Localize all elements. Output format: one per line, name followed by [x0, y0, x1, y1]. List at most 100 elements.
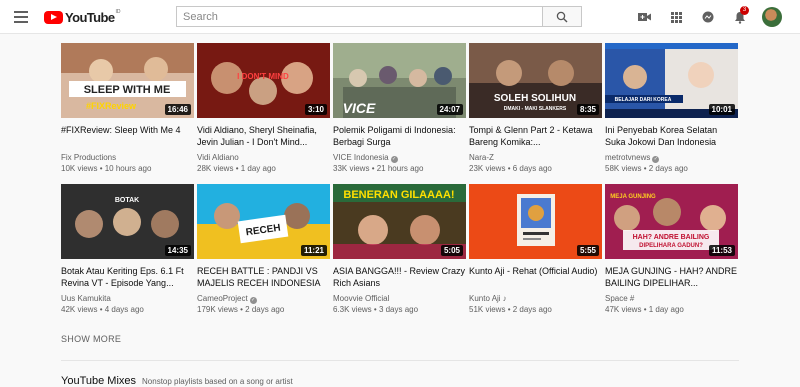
- video-duration: 11:53: [708, 245, 735, 256]
- create-video-icon: [637, 13, 651, 21]
- video-thumbnail[interactable]: SLEEP WITH ME #FIXReview 16:46: [61, 43, 194, 118]
- svg-text:BENERAN GILAAAA!: BENERAN GILAAAA!: [343, 189, 454, 201]
- video-meta: 10K views • 10 hours ago: [61, 164, 152, 173]
- channel-name[interactable]: Fix Productions: [61, 152, 194, 163]
- video-meta: 28K views • 1 day ago: [197, 164, 276, 173]
- video-card[interactable]: BOTAK 14:35 Botak Atau Keriting Eps. 6.1…: [61, 184, 194, 315]
- video-thumbnail[interactable]: BENERAN GILAAAA! 5:05: [333, 184, 466, 259]
- search-button[interactable]: [542, 6, 582, 27]
- video-card[interactable]: SOLEH SOLIHUN DMAKI - MAKI SLANKERS 8:35…: [469, 43, 602, 174]
- video-grid: SLEEP WITH ME #FIXReview 16:46 #FIXRevie…: [61, 43, 739, 315]
- video-meta: 33K views • 21 hours ago: [333, 164, 424, 173]
- video-thumbnail[interactable]: VICE 24:07: [333, 43, 466, 118]
- video-thumbnail[interactable]: 5:55: [469, 184, 602, 259]
- video-duration: 16:46: [164, 104, 191, 115]
- channel-name[interactable]: Kunto Aji ♪: [469, 293, 602, 304]
- svg-text:VICE: VICE: [343, 100, 376, 116]
- svg-text:SOLEH SOLIHUN: SOLEH SOLIHUN: [494, 93, 576, 104]
- upload-age: 21 hours ago: [376, 164, 424, 173]
- section-title[interactable]: YouTube Mixes: [61, 375, 136, 387]
- video-row: BOTAK 14:35 Botak Atau Keriting Eps. 6.1…: [61, 184, 739, 315]
- upload-age: 6 days ago: [512, 164, 552, 173]
- video-title[interactable]: Botak Atau Keriting Eps. 6.1 Ft Revina V…: [61, 265, 194, 289]
- video-thumbnail[interactable]: BELAJAR DARI KOREA 10:01: [605, 43, 738, 118]
- video-meta: 6.3K views • 3 days ago: [333, 305, 419, 314]
- youtube-logo[interactable]: YouTube ID: [44, 9, 120, 25]
- video-meta: 51K views • 2 days ago: [469, 305, 552, 314]
- video-title[interactable]: ASIA BANGGA!!! - Review Crazy Rich Asian…: [333, 265, 466, 289]
- channel-name[interactable]: Space #: [605, 293, 738, 304]
- upload-age: 10 hours ago: [104, 164, 152, 173]
- video-card[interactable]: MEJA GUNJING HAH? ANDRE BAILING DIPELIHA…: [605, 184, 738, 315]
- video-thumbnail[interactable]: I DON'T MIND 3:10: [197, 43, 330, 118]
- channel-name[interactable]: metrotvnews ✓: [605, 152, 738, 163]
- apps-button[interactable]: [664, 5, 688, 29]
- video-duration: 5:05: [440, 245, 463, 256]
- svg-text:SLEEP WITH ME: SLEEP WITH ME: [84, 84, 171, 96]
- channel-name[interactable]: Nara-Z: [469, 152, 602, 163]
- create-video-button[interactable]: [632, 5, 656, 29]
- video-title[interactable]: Vidi Aldiano, Sheryl Sheinafia, Jevin Ju…: [197, 124, 330, 148]
- header-actions: 3: [624, 5, 784, 29]
- video-meta: 58K views • 2 days ago: [605, 164, 688, 173]
- view-count: 33K views: [333, 164, 370, 173]
- video-thumbnail[interactable]: RECEH 11:21: [197, 184, 330, 259]
- mixes-section-header: YouTube Mixes Nonstop playlists based on…: [61, 375, 293, 387]
- section-subtitle: Nonstop playlists based on a song or art…: [142, 377, 293, 386]
- messages-button[interactable]: [696, 5, 720, 29]
- menu-icon[interactable]: [14, 11, 28, 23]
- video-card[interactable]: 5:55 Kunto Aji - Rehat (Official Audio) …: [469, 184, 602, 315]
- video-card[interactable]: RECEH 11:21 RECEH BATTLE : PANDJI VS MAJ…: [197, 184, 330, 315]
- video-title[interactable]: Ini Penyebab Korea Selatan Suka Jokowi D…: [605, 124, 738, 148]
- channel-name-text: Nara-Z: [469, 153, 494, 162]
- video-title[interactable]: #FIXReview: Sleep With Me 4: [61, 124, 194, 148]
- channel-name[interactable]: CameoProject ✓: [197, 293, 330, 304]
- show-more-button[interactable]: SHOW MORE: [61, 334, 121, 344]
- video-card[interactable]: BELAJAR DARI KOREA 10:01 Ini Penyebab Ko…: [605, 43, 738, 174]
- video-title[interactable]: Kunto Aji - Rehat (Official Audio): [469, 265, 602, 289]
- channel-name-text: Space #: [605, 294, 635, 303]
- view-count: 179K views: [197, 305, 238, 314]
- channel-name-text: Kunto Aji: [469, 294, 501, 303]
- video-duration: 11:21: [300, 245, 327, 256]
- video-title[interactable]: Tompi & Glenn Part 2 - Ketawa Bareng Kom…: [469, 124, 602, 148]
- notifications-button[interactable]: 3: [728, 5, 752, 29]
- channel-name[interactable]: Vidi Aldiano: [197, 152, 330, 163]
- channel-name-text: Vidi Aldiano: [197, 153, 239, 162]
- video-title[interactable]: Polemik Poligami di Indonesia: Berbagi S…: [333, 124, 466, 148]
- svg-text:BOTAK: BOTAK: [115, 197, 139, 204]
- upload-age: 4 days ago: [104, 305, 144, 314]
- avatar: [762, 7, 782, 27]
- channel-name-text: CameoProject: [197, 294, 248, 303]
- svg-text:MEJA GUNJING: MEJA GUNJING: [610, 194, 656, 200]
- notification-count-badge: 3: [740, 6, 749, 15]
- channel-name[interactable]: Moovvie Official: [333, 293, 466, 304]
- video-meta: 47K views • 1 day ago: [605, 305, 684, 314]
- search-input[interactable]: [176, 6, 542, 27]
- upload-age: 1 day ago: [240, 164, 276, 173]
- svg-text:I DON'T MIND: I DON'T MIND: [237, 72, 289, 81]
- video-thumbnail[interactable]: BOTAK 14:35: [61, 184, 194, 259]
- video-meta: 179K views • 2 days ago: [197, 305, 285, 314]
- svg-text:BELAJAR DARI KOREA: BELAJAR DARI KOREA: [615, 97, 672, 103]
- video-thumbnail[interactable]: SOLEH SOLIHUN DMAKI - MAKI SLANKERS 8:35: [469, 43, 602, 118]
- video-title[interactable]: MEJA GUNJING - HAH? ANDRE BAILING DIPELI…: [605, 265, 738, 289]
- channel-name-text: Uus Kamukita: [61, 294, 111, 303]
- channel-name[interactable]: Uus Kamukita: [61, 293, 194, 304]
- video-card[interactable]: I DON'T MIND 3:10 Vidi Aldiano, Sheryl S…: [197, 43, 330, 174]
- video-card[interactable]: BENERAN GILAAAA! 5:05 ASIA BANGGA!!! - R…: [333, 184, 466, 315]
- account-button[interactable]: [760, 5, 784, 29]
- video-title[interactable]: RECEH BATTLE : PANDJI VS MAJELIS RECEH I…: [197, 265, 330, 289]
- svg-text:HAH? ANDRE BAILING: HAH? ANDRE BAILING: [633, 234, 710, 241]
- section-divider: [61, 360, 739, 361]
- channel-name[interactable]: VICE Indonesia ✓: [333, 152, 466, 163]
- video-thumbnail[interactable]: MEJA GUNJING HAH? ANDRE BAILING DIPELIHA…: [605, 184, 738, 259]
- video-card[interactable]: SLEEP WITH ME #FIXReview 16:46 #FIXRevie…: [61, 43, 194, 174]
- channel-name-text: Moovvie Official: [333, 294, 390, 303]
- upload-age: 2 days ago: [245, 305, 285, 314]
- verified-icon: ✓: [652, 156, 660, 163]
- logo-country-code: ID: [115, 9, 121, 15]
- view-count: 58K views: [605, 164, 642, 173]
- video-meta: 42K views • 4 days ago: [61, 305, 144, 314]
- video-card[interactable]: VICE 24:07 Polemik Poligami di Indonesia…: [333, 43, 466, 174]
